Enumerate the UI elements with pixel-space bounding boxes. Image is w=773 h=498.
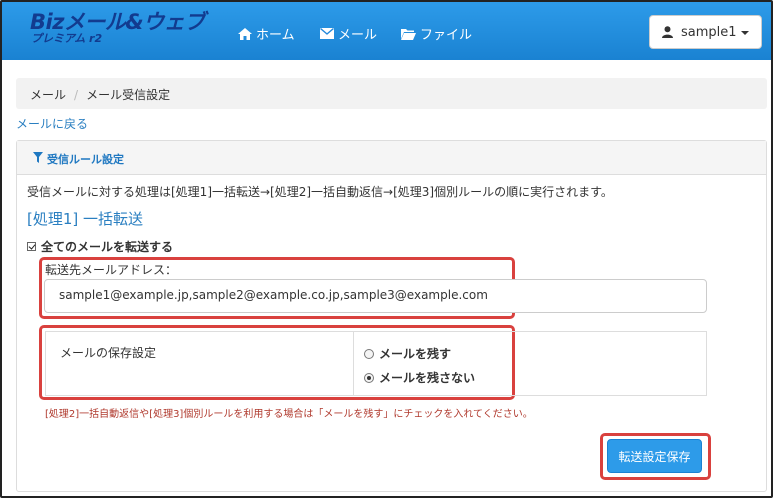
- table-divider: [353, 332, 354, 395]
- logo-main-text: Bizメール&ウェブ: [30, 10, 205, 34]
- panel-header[interactable]: 受信ルール設定: [17, 141, 766, 175]
- nav-home[interactable]: ホーム: [238, 24, 295, 43]
- breadcrumb-item-receive-settings: メール受信設定: [86, 88, 171, 102]
- keep-mail-option[interactable]: メールを残す: [364, 345, 451, 362]
- user-menu-button[interactable]: sample1: [649, 15, 762, 49]
- discard-mail-label: メールを残さない: [379, 371, 476, 385]
- receive-rule-panel: 受信ルール設定 受信メールに対する処理は[処理1]一括転送→[処理2]一括自動返…: [16, 140, 767, 492]
- keep-mail-label: メールを残す: [379, 347, 452, 361]
- section-title: [処理1] 一括転送: [27, 210, 144, 228]
- back-to-mail-link[interactable]: メールに戻る: [16, 115, 88, 132]
- save-setting-table: メールの保存設定 メールを残す メールを残さない: [45, 331, 707, 396]
- breadcrumb: メール / メール受信設定: [16, 78, 767, 109]
- app-logo[interactable]: Bizメール&ウェブ プレミアム r2: [30, 11, 205, 45]
- warning-text: [処理2]一括自動返信や[処理3]個別ルールを利用する場合は「メールを残す」にチ…: [45, 409, 533, 420]
- discard-mail-option[interactable]: メールを残さない: [364, 369, 475, 386]
- forward-all-checkbox[interactable]: [27, 242, 36, 251]
- nav-home-label: ホーム: [256, 28, 295, 43]
- user-icon: [662, 26, 673, 38]
- chevron-down-icon: [741, 31, 749, 35]
- folder-icon: [401, 28, 416, 40]
- filter-icon: [33, 152, 43, 163]
- breadcrumb-separator: /: [74, 88, 79, 102]
- user-name: sample1: [681, 24, 737, 40]
- forward-address-field[interactable]: sample1@example.jp,sample2@example.co.jp…: [44, 279, 707, 313]
- processing-order-description: 受信メールに対する処理は[処理1]一括転送→[処理2]一括自動返信→[処理3]個…: [27, 185, 613, 199]
- save-forward-settings-button[interactable]: 転送設定保存: [607, 439, 702, 473]
- forward-all-label: 全てのメールを転送する: [41, 240, 174, 254]
- keep-mail-radio[interactable]: [364, 348, 374, 359]
- top-navbar: Bizメール&ウェブ プレミアム r2 ホーム メール ファイル sample1: [2, 2, 771, 60]
- envelope-icon: [320, 28, 334, 39]
- address-label: 転送先メールアドレス：: [45, 263, 178, 277]
- save-setting-label: メールの保存設定: [60, 346, 157, 360]
- nav-file[interactable]: ファイル: [401, 24, 472, 43]
- discard-mail-radio[interactable]: [364, 372, 374, 383]
- nav-file-label: ファイル: [420, 28, 473, 43]
- nav-mail-label: メール: [338, 28, 378, 43]
- home-icon: [238, 27, 252, 40]
- breadcrumb-item-mail[interactable]: メール: [30, 88, 66, 102]
- forward-all-checkbox-row[interactable]: 全てのメールを転送する: [27, 238, 173, 255]
- logo-sub-text: プレミアム r2: [31, 32, 103, 45]
- nav-mail[interactable]: メール: [320, 24, 377, 43]
- panel-title: 受信ルール設定: [47, 153, 124, 166]
